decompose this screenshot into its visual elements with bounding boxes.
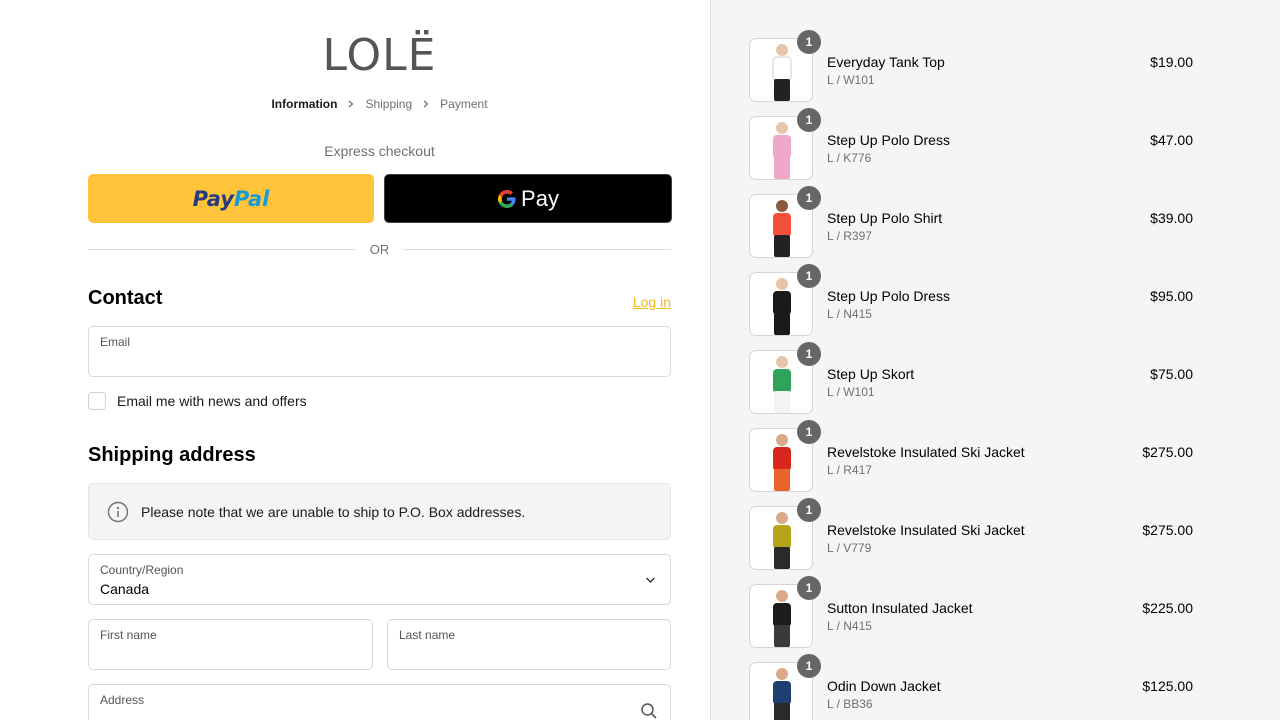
login-link[interactable]: Log in [633,294,671,310]
express-checkout-label: Express checkout [324,143,435,159]
cart-item: 1 Odin Down Jacket L / BB36 $125.00 [749,654,1193,720]
country-value: Canada [100,581,150,597]
cart-item: 1 Revelstoke Insulated Ski Jacket L / V779… [749,498,1193,570]
paypal-logo-part2: Pal [233,186,270,211]
product-price: $95.00 [1150,288,1193,304]
brand-logo[interactable]: LOLË [88,30,671,81]
order-summary: 1 Everyday Tank Top L / W101 $19.00 1 Step Up… [710,0,1280,720]
product-name: Step Up Polo Shirt [827,210,943,226]
product-name: Sutton Insulated Jacket [827,600,973,616]
product-variant: L / V779 [827,541,872,555]
cart-item: 1 Step Up Polo Shirt L / R397 $39.00 [749,186,1193,258]
chevron-down-icon [646,577,655,583]
product-variant: L / BB36 [827,697,873,711]
product-name: Revelstoke Insulated Ski Jacket [827,444,1025,460]
product-price: $225.00 [1142,600,1193,616]
google-g-icon [498,189,516,208]
country-select[interactable]: Country/Region Canada [88,554,671,605]
product-price: $75.00 [1150,366,1193,382]
product-price: $47.00 [1150,132,1193,148]
chevron-right-icon [349,100,354,108]
cart-item: 1 Everyday Tank Top L / W101 $19.00 [749,30,1193,102]
product-name: Everyday Tank Top [827,54,945,70]
product-price: $125.00 [1142,678,1193,694]
product-name: Step Up Polo Dress [827,132,950,148]
product-price: $19.00 [1150,54,1193,70]
quantity-badge: 1 [797,654,821,678]
address-field[interactable]: Address [88,684,671,720]
info-icon [107,501,129,522]
cart-item: 1 Revelstoke Insulated Ski Jacket L / R417… [749,420,1193,492]
product-price: $275.00 [1142,522,1193,538]
cart-item: 1 Sutton Insulated Jacket L / N415 $225.00 [749,576,1193,648]
quantity-badge: 1 [797,498,821,522]
quantity-badge: 1 [797,186,821,210]
email-field[interactable]: Email [88,326,671,377]
po-box-notice: Please note that we are unable to ship t… [88,483,671,540]
chevron-right-icon [423,100,429,108]
divider-line [403,249,671,250]
last-name-label: Last name [399,628,456,642]
address-label: Address [100,693,145,707]
search-icon [641,703,657,719]
quantity-badge: 1 [797,420,821,444]
product-price: $275.00 [1142,444,1193,460]
newsletter-checkbox[interactable] [88,392,106,410]
quantity-badge: 1 [797,576,821,600]
breadcrumb-payment: Payment [440,97,488,111]
product-name: Odin Down Jacket [827,678,941,694]
quantity-badge: 1 [797,342,821,366]
breadcrumb: Information Shipping Payment [88,97,671,111]
brand-logo-text: LOLË [322,30,437,81]
first-name-field[interactable]: First name [88,619,373,670]
product-variant: L / N415 [827,619,872,633]
newsletter-label: Email me with news and offers [117,393,307,409]
product-variant: L / R397 [827,229,872,243]
last-name-field[interactable]: Last name [387,619,671,670]
email-label: Email [100,335,131,349]
product-price: $39.00 [1150,210,1193,226]
product-variant: L / K776 [827,151,872,165]
divider-line [88,249,356,250]
breadcrumb-information[interactable]: Information [271,97,337,111]
first-name-label: First name [100,628,157,642]
quantity-badge: 1 [797,30,821,54]
or-label: OR [369,242,390,257]
contact-title: Contact [88,287,163,309]
country-label: Country/Region [100,563,184,577]
quantity-badge: 1 [797,108,821,132]
cart-item: 1 Step Up Polo Dress L / K776 $47.00 [749,108,1193,180]
shipping-address-title: Shipping address [88,444,256,466]
cart-item: 1 Step Up Skort L / W101 $75.00 [749,342,1193,414]
google-pay-button[interactable]: Pay [384,174,672,223]
google-pay-text: Pay [521,185,559,211]
newsletter-option[interactable]: Email me with news and offers [88,392,307,410]
product-variant: L / W101 [827,385,875,399]
product-variant: L / N415 [827,307,872,321]
cart-item: 1 Step Up Polo Dress L / N415 $95.00 [749,264,1193,336]
checkout-main: LOLË Information Shipping Payment Expres… [0,0,710,720]
breadcrumb-shipping: Shipping [365,97,413,111]
paypal-button[interactable]: Pay Pal [88,174,374,223]
quantity-badge: 1 [797,264,821,288]
product-name: Step Up Polo Dress [827,288,950,304]
or-divider: OR [88,242,671,257]
product-variant: L / R417 [827,463,872,477]
product-name: Revelstoke Insulated Ski Jacket [827,522,1025,538]
po-box-notice-text: Please note that we are unable to ship t… [141,503,526,520]
paypal-logo-part1: Pay [192,186,234,211]
product-name: Step Up Skort [827,366,915,382]
product-variant: L / W101 [827,73,875,87]
